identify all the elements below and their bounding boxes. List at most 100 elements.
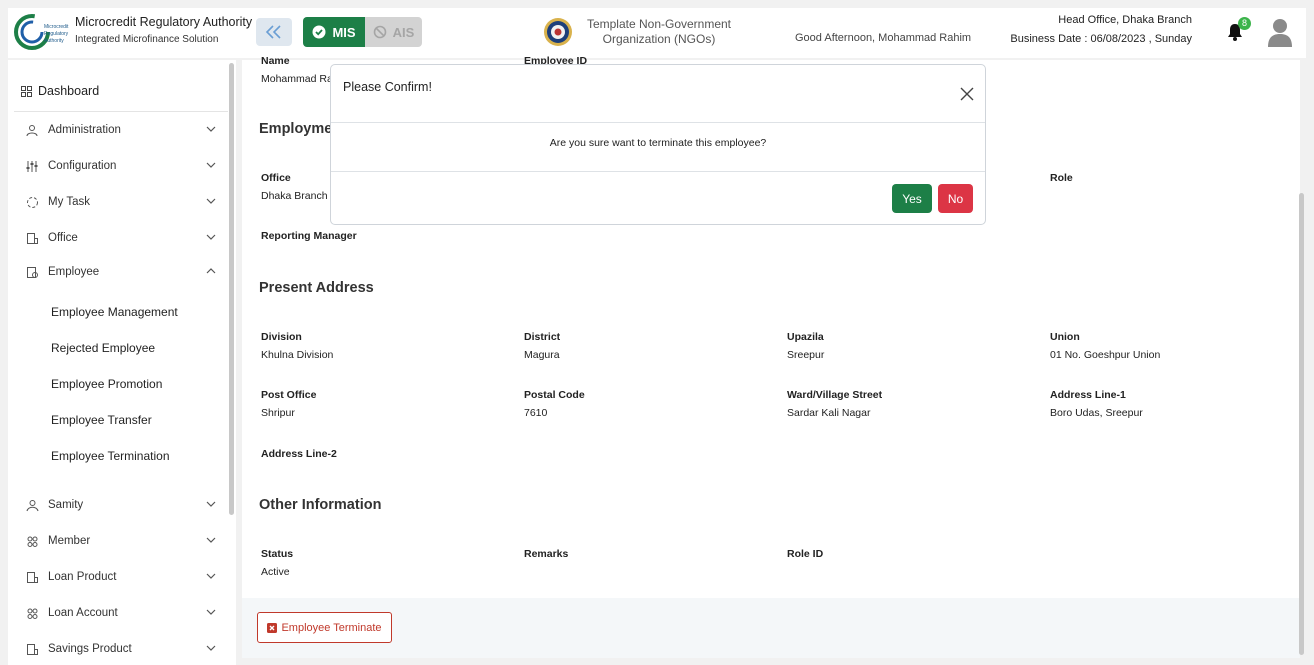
sidebar-item-office[interactable]: Office xyxy=(26,228,216,248)
sidebar-item-label: Loan Product xyxy=(48,571,117,583)
dialog-title: Please Confirm! xyxy=(343,80,432,94)
close-icon[interactable] xyxy=(960,87,974,101)
name-value: Mohammad Ra xyxy=(261,73,333,85)
sidebar-subitem-employee-promotion[interactable]: Employee Promotion xyxy=(51,377,162,391)
division-label: Division xyxy=(261,331,302,343)
action-footer xyxy=(242,598,1300,658)
sidebar: Dashboard Administration Configuration M… xyxy=(8,60,236,665)
sidebar-item-samity[interactable]: Samity xyxy=(26,495,216,515)
sidebar-item-configuration[interactable]: Configuration xyxy=(26,156,216,176)
union-label: Union xyxy=(1050,331,1080,343)
ward-value: Sardar Kali Nagar xyxy=(787,407,871,419)
status-value: Active xyxy=(261,566,290,578)
dialog-divider xyxy=(331,171,985,172)
chevron-down-icon xyxy=(206,645,216,651)
sidebar-item-label: My Task xyxy=(48,196,90,208)
brand-subtitle: Integrated Microfinance Solution xyxy=(75,34,219,45)
branch-name: Head Office, Dhaka Branch xyxy=(1058,14,1192,26)
account-icon xyxy=(26,607,40,620)
svg-text:Microcredit: Microcredit xyxy=(44,24,69,30)
upazila-label: Upazila xyxy=(787,331,824,343)
svg-text:Authority: Authority xyxy=(44,38,64,44)
sidebar-item-administration[interactable]: Administration xyxy=(26,120,216,140)
ban-icon xyxy=(373,25,386,39)
chevron-down-icon xyxy=(206,198,216,204)
other-information-heading: Other Information xyxy=(259,497,382,513)
remarks-label: Remarks xyxy=(524,548,569,560)
division-value: Khulna Division xyxy=(261,349,334,361)
district-value: Magura xyxy=(524,349,560,361)
sidebar-item-savings-product[interactable]: Savings Product xyxy=(26,639,216,659)
sidebar-item-loan-account[interactable]: Loan Account xyxy=(26,603,216,623)
sidebar-subitem-employee-transfer[interactable]: Employee Transfer xyxy=(51,413,152,427)
sidebar-item-my-task[interactable]: My Task xyxy=(26,192,216,212)
building-icon xyxy=(26,232,40,245)
sidebar-item-label: Office xyxy=(48,232,78,244)
grid-icon xyxy=(21,85,32,97)
address-line1-value: Boro Udas, Sreepur xyxy=(1050,407,1143,419)
dashboard-label: Dashboard xyxy=(38,84,100,98)
sidebar-item-label: Administration xyxy=(48,124,121,136)
no-button[interactable]: No xyxy=(938,184,973,213)
sidebar-item-employee[interactable]: Employee xyxy=(26,262,216,282)
mis-label: MIS xyxy=(332,24,356,40)
district-label: District xyxy=(524,331,561,343)
address-line1-label: Address Line-1 xyxy=(1050,389,1126,401)
ward-label: Ward/Village Street xyxy=(787,389,883,401)
upazila-value: Sreepur xyxy=(787,349,825,361)
employee-terminate-button[interactable]: Employee Terminate xyxy=(257,612,392,643)
sidebar-scrollbar[interactable] xyxy=(229,63,234,515)
id-card-icon xyxy=(26,266,40,279)
members-icon xyxy=(26,535,40,548)
user-avatar-icon[interactable] xyxy=(1267,17,1293,47)
mis-toggle-button[interactable]: MIS xyxy=(303,17,365,47)
present-address-heading: Present Address xyxy=(259,280,374,296)
sidebar-collapse-button[interactable] xyxy=(256,18,292,46)
chevron-down-icon xyxy=(206,126,216,132)
top-header: Microcredit Regulatory Authority Microcr… xyxy=(8,8,1306,58)
union-value: 01 No. Goeshpur Union xyxy=(1050,349,1161,361)
chevron-down-icon xyxy=(206,234,216,240)
role-id-label: Role ID xyxy=(787,548,824,560)
chevron-down-icon xyxy=(206,573,216,579)
terminate-label: Employee Terminate xyxy=(281,621,382,634)
sidebar-item-member[interactable]: Member xyxy=(26,531,216,551)
sidebar-subitem-employee-management[interactable]: Employee Management xyxy=(51,305,178,319)
sidebar-item-label: Employee xyxy=(48,266,100,278)
organization-seal-icon xyxy=(544,18,572,46)
check-circle-icon xyxy=(312,25,326,39)
organization-name: Template Non-Government Organization (NG… xyxy=(586,17,732,46)
sidebar-item-label: Loan Account xyxy=(48,607,118,619)
ais-label: AIS xyxy=(392,24,415,40)
mra-logo: Microcredit Regulatory Authority xyxy=(14,14,69,50)
chevron-down-icon xyxy=(206,609,216,615)
sidebar-subitem-rejected-employee[interactable]: Rejected Employee xyxy=(51,341,155,355)
role-label: Role xyxy=(1050,172,1073,184)
sidebar-subitem-employee-termination[interactable]: Employee Termination xyxy=(51,449,170,463)
group-icon xyxy=(26,499,40,512)
post-office-value: Shripur xyxy=(261,407,295,419)
dialog-message: Are you sure want to terminate this empl… xyxy=(549,137,767,149)
reporting-manager-label: Reporting Manager xyxy=(261,230,357,242)
sidebar-item-label: Samity xyxy=(48,499,84,511)
svg-text:Regulatory: Regulatory xyxy=(44,31,69,37)
status-label: Status xyxy=(261,548,294,560)
chevron-up-icon xyxy=(206,268,216,274)
post-office-label: Post Office xyxy=(261,389,317,401)
double-chevron-left-icon xyxy=(265,25,281,39)
sidebar-item-label: Member xyxy=(48,535,91,547)
document-icon xyxy=(26,571,40,584)
main-scrollbar[interactable] xyxy=(1299,193,1304,655)
postal-code-label: Postal Code xyxy=(524,389,585,401)
ais-toggle-button[interactable]: AIS xyxy=(365,17,422,47)
sidebar-item-dashboard[interactable]: Dashboard xyxy=(21,84,99,98)
chevron-down-icon xyxy=(206,501,216,507)
confirm-dialog: Please Confirm! Are you sure want to ter… xyxy=(330,64,986,225)
yes-button[interactable]: Yes xyxy=(892,184,932,213)
chevron-down-icon xyxy=(206,537,216,543)
sidebar-divider xyxy=(14,111,228,112)
brand-title: Microcredit Regulatory Authority xyxy=(75,15,253,29)
sidebar-item-loan-product[interactable]: Loan Product xyxy=(26,567,216,587)
postal-code-value: 7610 xyxy=(524,407,548,419)
greeting-text: Good Afternoon, Mohammad Rahim xyxy=(795,32,972,44)
